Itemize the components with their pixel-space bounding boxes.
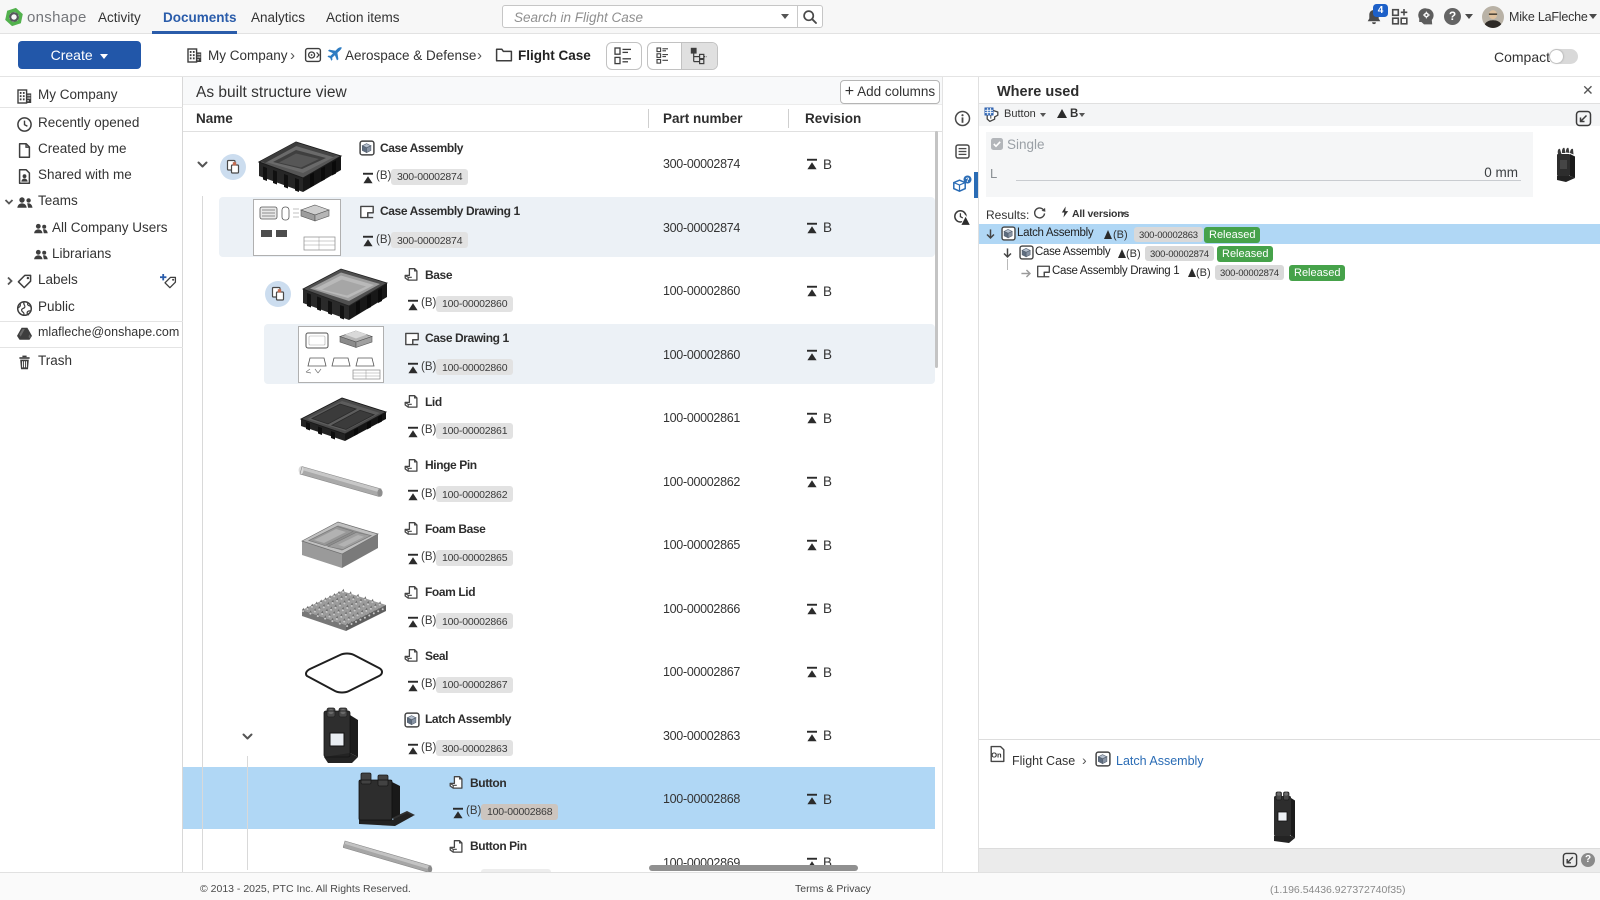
svg-text:?: ?: [966, 177, 970, 184]
svg-text:On: On: [991, 751, 1002, 760]
